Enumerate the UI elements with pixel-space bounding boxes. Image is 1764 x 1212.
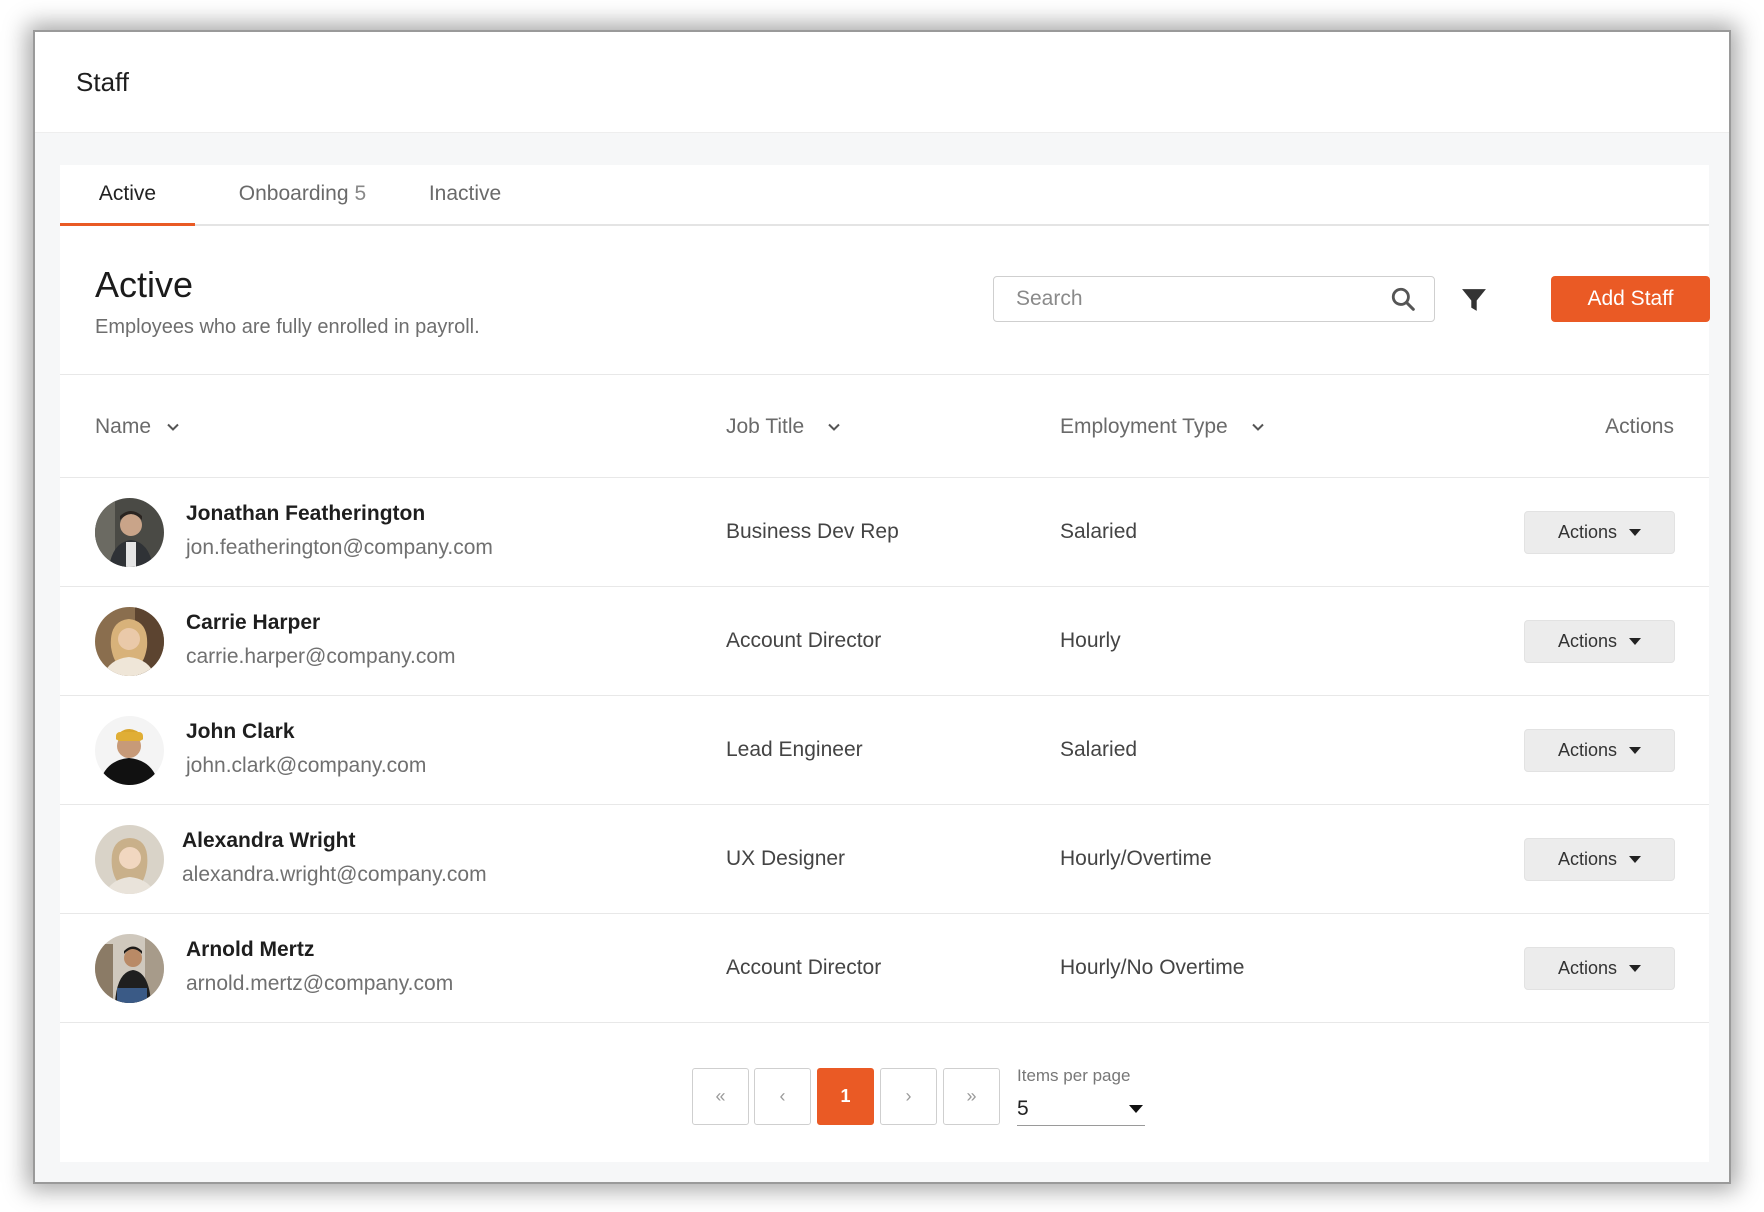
actions-dropdown-button[interactable]: Actions	[1524, 838, 1675, 881]
search-box	[993, 276, 1435, 322]
actions-dropdown-button[interactable]: Actions	[1524, 947, 1675, 990]
section-title: Active	[95, 264, 194, 305]
tab-inactive-label: Inactive	[428, 181, 502, 205]
search-input[interactable]	[1016, 287, 1390, 311]
employment-type-cell: Hourly/Overtime	[1060, 847, 1212, 870]
last-page-button[interactable]: »	[943, 1068, 1000, 1125]
actions-button-label: Actions	[1557, 631, 1618, 651]
tab-onboarding-count: 5	[354, 181, 367, 205]
app-window: Staff Active Onboarding 5 Inactive Activ…	[35, 32, 1729, 1182]
pagination: « ‹ 1 › » Items per page 5	[60, 1066, 1709, 1128]
staff-name[interactable]: Carrie Harper	[186, 611, 320, 635]
chevron-down-icon	[1251, 423, 1264, 431]
employment-type-cell: Salaried	[1060, 520, 1138, 543]
staff-name[interactable]: Arnold Mertz	[186, 938, 314, 962]
avatar	[95, 934, 164, 1003]
chevron-down-icon	[828, 423, 840, 431]
tab-bar: Active Onboarding 5 Inactive	[60, 165, 1709, 226]
caret-down-icon	[1629, 529, 1642, 536]
actions-dropdown-button[interactable]: Actions	[1524, 729, 1675, 772]
job-title-cell: Account Director	[726, 629, 882, 652]
job-title-cell: Business Dev Rep	[726, 520, 899, 543]
caret-down-icon	[1629, 638, 1642, 645]
actions-button-label: Actions	[1557, 958, 1618, 978]
chevron-down-icon	[167, 423, 179, 431]
actions-dropdown-button[interactable]: Actions	[1524, 620, 1675, 663]
column-header-actions: Actions	[1605, 415, 1674, 438]
staff-name[interactable]: John Clark	[186, 720, 295, 744]
page-title: Staff	[76, 66, 130, 97]
tab-active-label: Active	[98, 181, 157, 205]
first-page-button[interactable]: «	[692, 1068, 749, 1125]
section-header: Active Employees who are fully enrolled …	[60, 226, 1710, 375]
avatar	[95, 607, 164, 676]
job-title-cell: UX Designer	[726, 847, 846, 870]
staff-email: alexandra.wright@company.com	[182, 863, 487, 886]
avatar	[95, 716, 164, 785]
tab-inactive[interactable]: Inactive	[400, 163, 530, 224]
employment-type-cell: Hourly	[1060, 629, 1121, 652]
column-header-name[interactable]: Name	[95, 415, 181, 439]
section-subtitle: Employees who are fully enrolled in payr…	[95, 316, 480, 338]
employment-type-cell: Hourly/No Overtime	[1060, 956, 1245, 979]
top-bar: Staff	[35, 32, 1729, 133]
actions-button-label: Actions	[1557, 522, 1618, 542]
staff-email: john.clark@company.com	[186, 754, 427, 777]
staff-email: jon.featherington@company.com	[186, 536, 493, 559]
table-row: Jonathan Featherington jon.featherington…	[60, 478, 1709, 587]
column-header-name-label: Name	[95, 415, 152, 438]
column-header-job-title[interactable]: Job Title	[726, 415, 842, 439]
table-row: John Clark john.clark@company.com Lead E…	[60, 696, 1709, 805]
caret-down-icon	[1629, 856, 1642, 863]
page-number-button[interactable]: 1	[817, 1068, 874, 1125]
caret-down-icon	[1629, 747, 1642, 754]
tab-onboarding[interactable]: Onboarding 5	[215, 163, 390, 224]
avatar	[95, 498, 164, 567]
tab-onboarding-label: Onboarding	[238, 181, 349, 205]
actions-dropdown-button[interactable]: Actions	[1524, 511, 1675, 554]
avatar	[95, 825, 164, 894]
next-page-button[interactable]: ›	[880, 1068, 937, 1125]
caret-down-icon	[1129, 1104, 1143, 1113]
items-per-page-label: Items per page	[1017, 1066, 1131, 1085]
previous-page-button[interactable]: ‹	[754, 1068, 811, 1125]
caret-down-icon	[1629, 965, 1642, 972]
staff-email: carrie.harper@company.com	[186, 645, 456, 668]
filter-button[interactable]	[1458, 284, 1490, 316]
table-row: Arnold Mertz arnold.mertz@company.com Ac…	[60, 914, 1709, 1023]
search-icon[interactable]	[1390, 286, 1416, 312]
add-staff-button[interactable]: Add Staff	[1551, 276, 1710, 322]
staff-name[interactable]: Jonathan Featherington	[186, 502, 425, 526]
actions-button-label: Actions	[1557, 849, 1618, 869]
column-header-job-title-label: Job Title	[726, 415, 805, 438]
tab-active[interactable]: Active	[60, 163, 195, 226]
table-row: Alexandra Wright alexandra.wright@compan…	[60, 805, 1709, 914]
staff-panel: Active Onboarding 5 Inactive Active Empl…	[60, 165, 1710, 1162]
filter-icon	[1462, 289, 1486, 311]
job-title-cell: Lead Engineer	[726, 738, 863, 761]
job-title-cell: Account Director	[726, 956, 882, 979]
table-header: Name Job Title Employment Type Actions	[60, 375, 1709, 478]
column-header-employment-type[interactable]: Employment Type	[1060, 415, 1266, 439]
staff-name[interactable]: Alexandra Wright	[182, 829, 355, 853]
actions-button-label: Actions	[1557, 740, 1618, 760]
items-per-page-value: 5	[1017, 1096, 1029, 1120]
column-header-employment-type-label: Employment Type	[1060, 415, 1228, 438]
items-per-page-select[interactable]: 5	[1017, 1092, 1145, 1126]
staff-email: arnold.mertz@company.com	[186, 972, 454, 995]
employment-type-cell: Salaried	[1060, 738, 1138, 761]
table-row: Carrie Harper carrie.harper@company.com …	[60, 587, 1709, 696]
